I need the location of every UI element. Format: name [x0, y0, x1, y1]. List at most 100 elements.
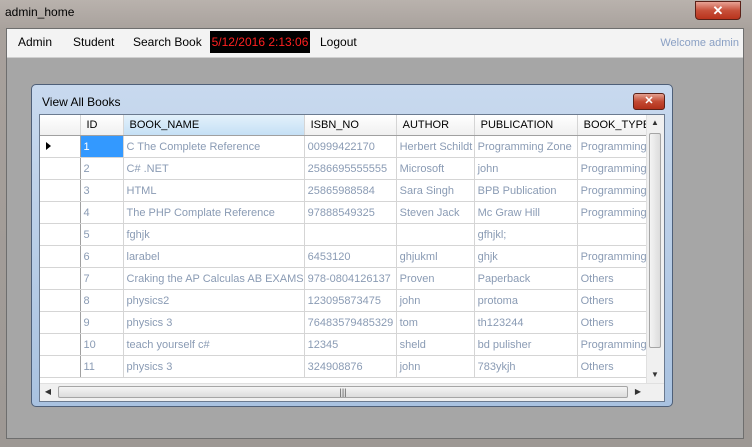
table-row[interactable]: 1C The Complete Reference 00999422170 Herb…	[40, 135, 652, 158]
cell-publication[interactable]: gfhjkl;	[474, 223, 578, 246]
cell-book-type[interactable]: Programming	[577, 333, 652, 356]
cell-book-type[interactable]: Programming	[577, 245, 652, 268]
cell-id[interactable]: 9	[80, 311, 124, 334]
table-row[interactable]: 7 Craking the AP Calculas AB EXAMS 978-080…	[40, 267, 652, 290]
table-row[interactable]: 3 HTML 25865988584 Sara Singh BPB Publicatio…	[40, 179, 652, 202]
cell-isbn-no[interactable]: 00999422170	[304, 135, 397, 158]
column-header-book-type[interactable]: BOOK_TYPE	[577, 115, 652, 136]
cell-author[interactable]: Sara Singh	[396, 179, 475, 202]
vertical-scrollbar[interactable]: ▲ ▼	[646, 115, 664, 383]
row-header[interactable]	[40, 179, 81, 202]
cell-isbn-no[interactable]: 12345	[304, 333, 397, 356]
cell-book-name[interactable]: physics 3	[123, 311, 305, 334]
cell-book-name[interactable]: teach yourself c#	[123, 333, 305, 356]
window-close-button[interactable]: ✕	[695, 1, 741, 20]
cell-isbn-no[interactable]: 76483579485329	[304, 311, 397, 334]
menu-admin[interactable]: Admin	[18, 35, 52, 49]
table-row[interactable]: 4 The PHP Complate Reference 97888549325 St…	[40, 201, 652, 224]
cell-id[interactable]: 5	[80, 223, 124, 246]
table-row[interactable]: 10 teach yourself c# 12345 sheld bd pulisher…	[40, 333, 652, 356]
cell-id[interactable]: 7	[80, 267, 124, 290]
cell-book-name[interactable]: physics 3	[123, 355, 305, 378]
scroll-left-icon[interactable]: ◀	[40, 384, 56, 400]
cell-book-type[interactable]: Others	[577, 267, 652, 290]
cell-isbn-no[interactable]: 97888549325	[304, 201, 397, 224]
row-header[interactable]	[40, 289, 81, 312]
cell-book-type[interactable]: Programming	[577, 179, 652, 202]
cell-publication[interactable]: protoma	[474, 289, 578, 312]
row-header[interactable]	[40, 135, 81, 158]
cell-author[interactable]: Herbert Schildt	[396, 135, 475, 158]
cell-author[interactable]: sheld	[396, 333, 475, 356]
cell-book-type[interactable]: Programming	[577, 157, 652, 180]
cell-id[interactable]: 8	[80, 289, 124, 312]
cell-id[interactable]: 6	[80, 245, 124, 268]
cell-book-name[interactable]: HTML	[123, 179, 305, 202]
scroll-up-icon[interactable]: ▲	[647, 115, 663, 131]
cell-publication[interactable]: BPB Publication	[474, 179, 578, 202]
cell-id[interactable]: 4	[80, 201, 124, 224]
cell-book-type[interactable]: Others	[577, 311, 652, 334]
cell-isbn-no[interactable]: 123095873475	[304, 289, 397, 312]
cell-author[interactable]: john	[396, 355, 475, 378]
menu-student[interactable]: Student	[73, 35, 114, 49]
cell-book-type[interactable]	[577, 223, 652, 246]
row-header[interactable]	[40, 267, 81, 290]
cell-book-type[interactable]: Programming	[577, 201, 652, 224]
cell-isbn-no[interactable]: 2586695555555	[304, 157, 397, 180]
column-header-book-name[interactable]: BOOK_NAME	[123, 115, 305, 136]
column-header-publication[interactable]: PUBLICATION	[474, 115, 578, 136]
cell-author[interactable]: Proven	[396, 267, 475, 290]
table-row[interactable]: 5 fghjk gfhjkl;	[40, 223, 652, 246]
cell-publication[interactable]: Mc Graw Hill	[474, 201, 578, 224]
cell-author[interactable]: john	[396, 289, 475, 312]
column-header-isbn-no[interactable]: ISBN_NO	[304, 115, 397, 136]
row-header[interactable]	[40, 223, 81, 246]
cell-publication[interactable]: Programming Zone	[474, 135, 578, 158]
cell-book-name[interactable]: fghjk	[123, 223, 305, 246]
cell-id[interactable]: 2	[80, 157, 124, 180]
child-close-button[interactable]: ✕	[633, 93, 665, 110]
menu-logout[interactable]: Logout	[320, 35, 357, 49]
cell-isbn-no[interactable]: 324908876	[304, 355, 397, 378]
scroll-down-icon[interactable]: ▼	[647, 367, 663, 383]
column-header-author[interactable]: AUTHOR	[396, 115, 475, 136]
cell-isbn-no[interactable]	[304, 223, 397, 246]
cell-book-type[interactable]: Others	[577, 289, 652, 312]
menu-search-book[interactable]: Search Book	[133, 35, 202, 49]
row-header[interactable]	[40, 201, 81, 224]
cell-book-name[interactable]: physics2	[123, 289, 305, 312]
cell-book-name[interactable]: C# .NET	[123, 157, 305, 180]
table-row[interactable]: 8 physics2 123095873475 john protoma Others	[40, 289, 652, 312]
cell-author[interactable]: tom	[396, 311, 475, 334]
cell-author[interactable]: ghjukml	[396, 245, 475, 268]
horizontal-scrollbar[interactable]: ◀ ||| ▶	[40, 383, 664, 401]
cell-isbn-no[interactable]: 978-0804126137	[304, 267, 397, 290]
cell-publication[interactable]: 783ykjh	[474, 355, 578, 378]
table-row[interactable]: 6 larabel 6453120 ghjukml ghjk Programming	[40, 245, 652, 268]
cell-book-name[interactable]: The PHP Complate Reference	[123, 201, 305, 224]
scroll-right-icon[interactable]: ▶	[630, 384, 646, 400]
row-header[interactable]	[40, 245, 81, 268]
cell-id[interactable]: 10	[80, 333, 124, 356]
horizontal-scroll-thumb[interactable]: |||	[58, 386, 628, 398]
cell-author[interactable]: Microsoft	[396, 157, 475, 180]
cell-book-name[interactable]: larabel	[123, 245, 305, 268]
cell-publication[interactable]: john	[474, 157, 578, 180]
vertical-scroll-thumb[interactable]	[649, 133, 661, 348]
cell-id[interactable]: 1	[80, 135, 124, 158]
column-header-id[interactable]: ID	[80, 115, 124, 136]
cell-author[interactable]: Steven Jack	[396, 201, 475, 224]
books-data-grid[interactable]: ID BOOK_NAME ISBN_NO AUTHOR PUBLICATION …	[39, 114, 665, 402]
row-header[interactable]	[40, 157, 81, 180]
cell-isbn-no[interactable]: 6453120	[304, 245, 397, 268]
cell-publication[interactable]: th123244	[474, 311, 578, 334]
row-header[interactable]	[40, 311, 81, 334]
table-row[interactable]: 9 physics 3 76483579485329 tom th123244 Other…	[40, 311, 652, 334]
cell-publication[interactable]: bd pulisher	[474, 333, 578, 356]
cell-author[interactable]	[396, 223, 475, 246]
cell-publication[interactable]: ghjk	[474, 245, 578, 268]
cell-book-type[interactable]: Programming	[577, 135, 652, 158]
cell-id[interactable]: 11	[80, 355, 124, 378]
table-row[interactable]: 2 C# .NET 2586695555555 Microsoft john Progra…	[40, 157, 652, 180]
